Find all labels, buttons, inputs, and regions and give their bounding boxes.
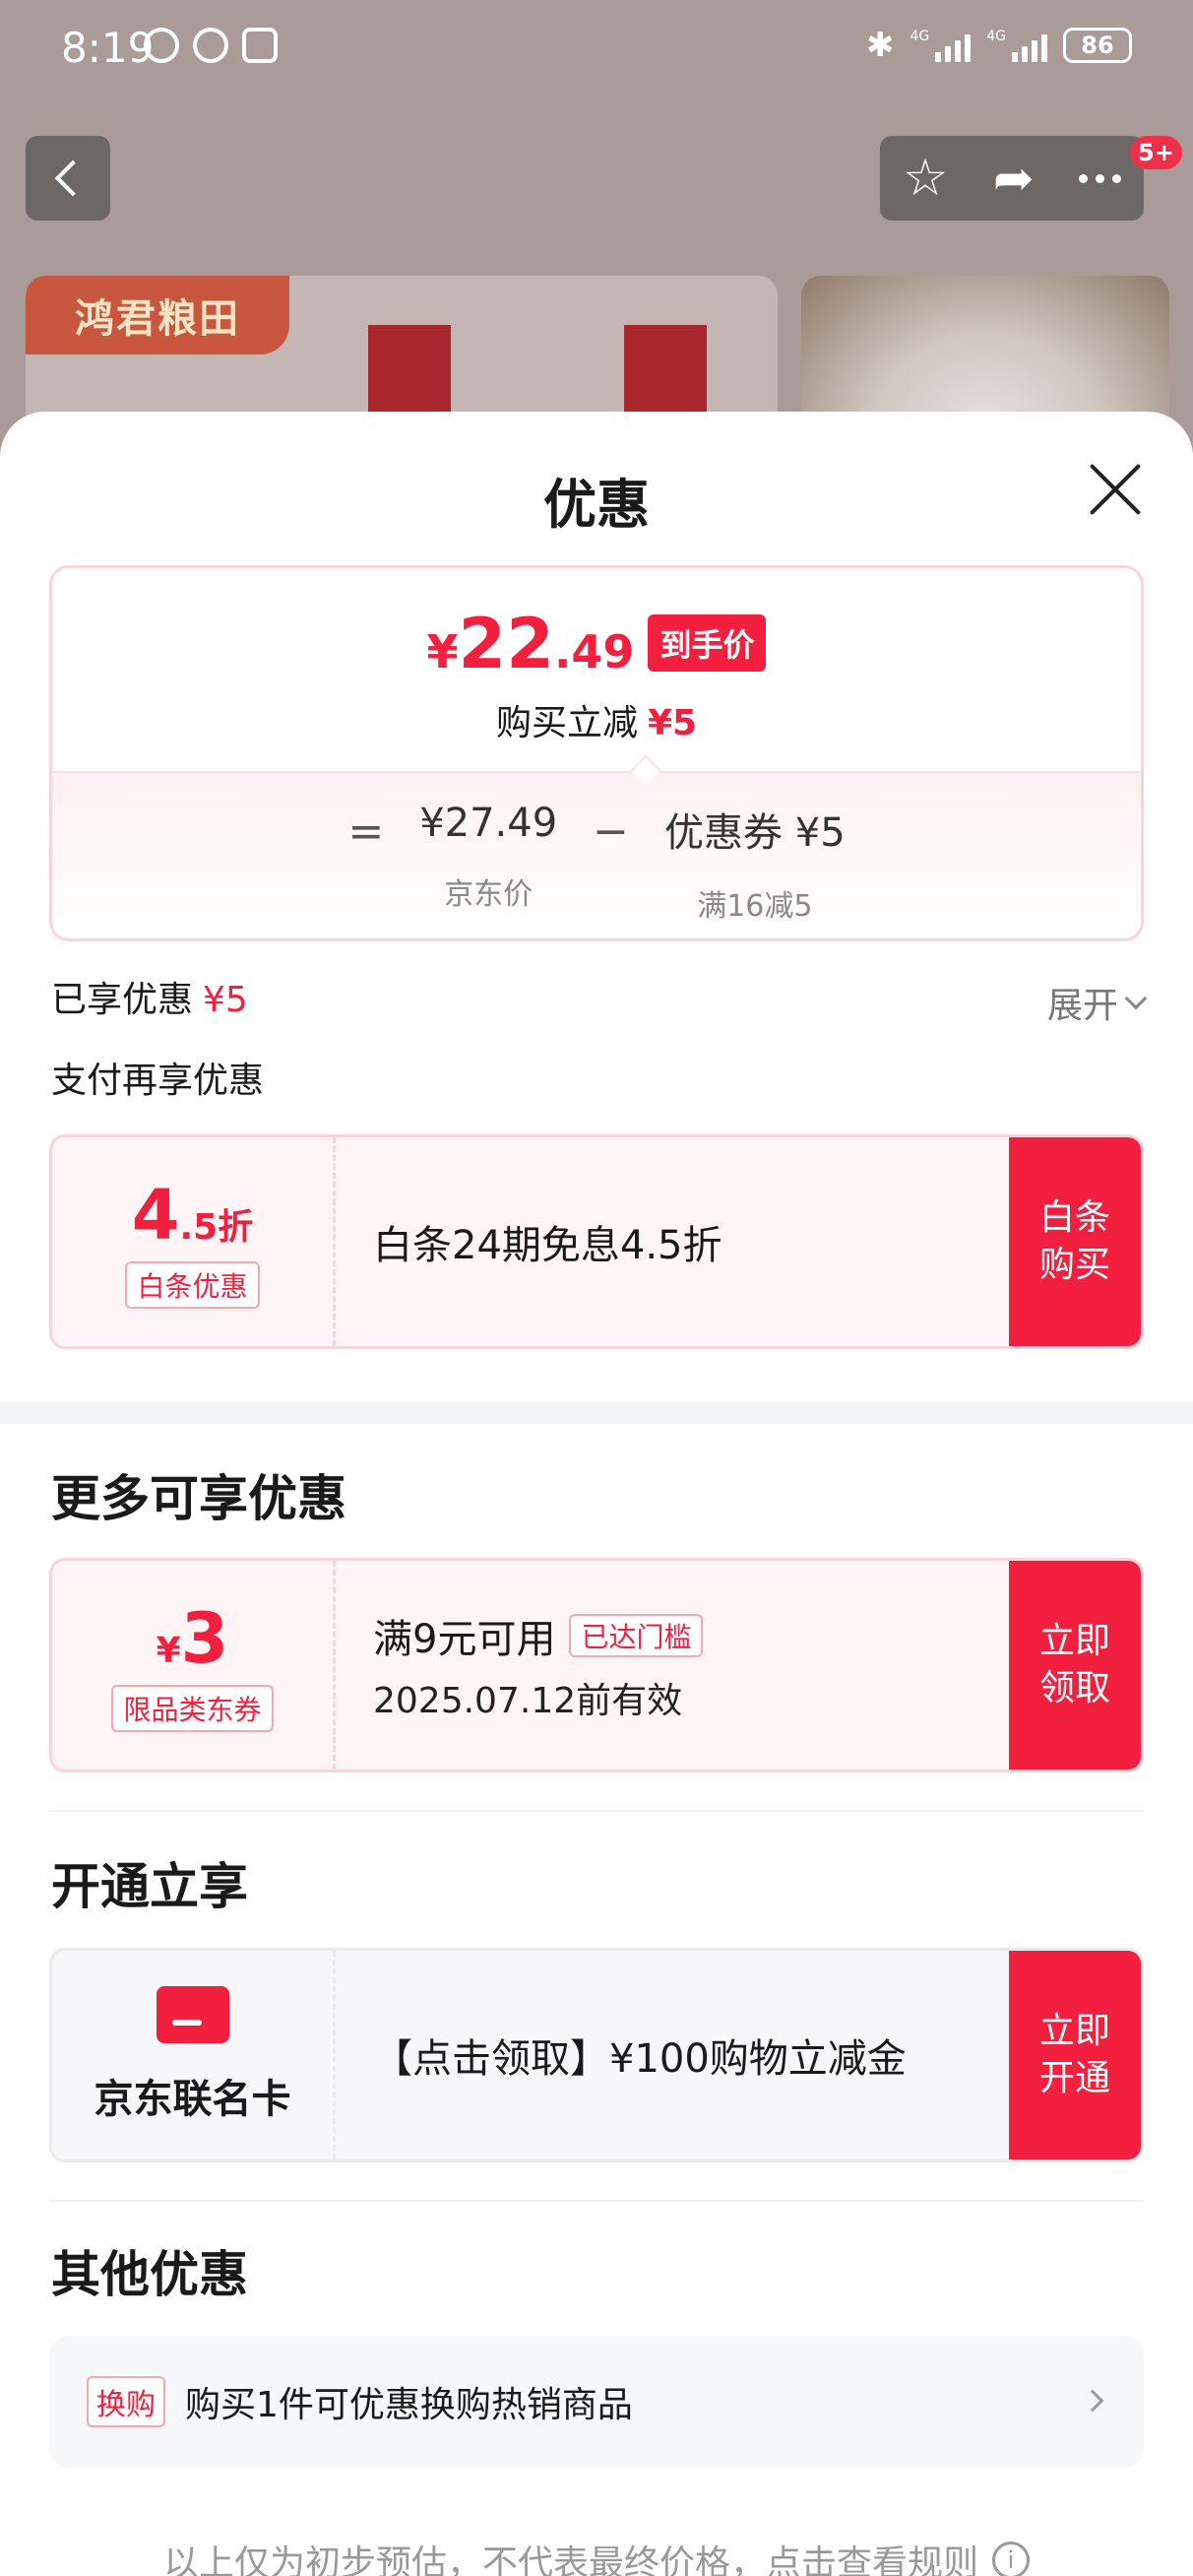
message-badge: 5+ [1130, 136, 1182, 169]
final-price-tag: 到手价 [648, 614, 767, 672]
more-icon[interactable] [1079, 173, 1122, 183]
discount-sheet: 优惠 ¥ 22 .49 到手价 购买立减 ¥5 = ¥27.49 京东价 − 优… [0, 412, 1193, 2576]
instant-reduction: 购买立减 ¥5 [495, 703, 698, 743]
signal-icon: 4G [910, 29, 972, 62]
open-card-title: 开通立享 [51, 1858, 248, 1915]
nfc-icon [242, 28, 278, 63]
speed-icon [144, 28, 179, 63]
pay-more-label: 支付再享优惠 [51, 1061, 265, 1101]
jd-price: ¥27.49 [419, 801, 558, 846]
back-button[interactable] [26, 136, 110, 221]
other-offers-title: 其他优惠 [51, 2246, 248, 2303]
enjoyed-discount: 已享优惠 ¥5 [51, 980, 248, 1020]
open-card-button[interactable]: 立即开通 [1009, 1951, 1141, 2159]
more-offers-title: 更多可享优惠 [51, 1470, 346, 1527]
bluetooth-icon: ✱ [865, 26, 895, 65]
coupon-condition: 满16减5 [697, 889, 813, 924]
price-formula: = ¥27.49 京东价 − 优惠券 ¥5 满16减5 [347, 801, 846, 924]
claim-coupon-button[interactable]: 立即领取 [1009, 1561, 1141, 1770]
jd-price-label: 京东价 [444, 877, 534, 912]
coupon-amount: 优惠券 ¥5 [664, 810, 846, 856]
trade-in-tag: 换购 [87, 2376, 165, 2427]
status-time: 8:19 [61, 24, 155, 72]
signal-icon-2: 4G [986, 29, 1047, 62]
status-bar: 8:19 ✱ 4G 4G 86 [0, 0, 1193, 98]
chevron-left-icon [54, 160, 92, 197]
page: 8:19 ✱ 4G 4G 86 ☆ ➦ 5+ 鸿君粮田 优惠 ¥ 22 .49 … [0, 0, 1193, 2576]
share-icon[interactable]: ➦ [993, 154, 1035, 203]
final-price: ¥ 22 .49 到手价 [52, 604, 1141, 684]
status-left-icons [144, 28, 278, 63]
baitiao-offer: 4 .5折 白条优惠 白条24期免息4.5折 白条购买 [49, 1134, 1144, 1349]
footnote[interactable]: 以上仅为初步预估，不代表最终价格，点击查看规则 i [0, 2535, 1193, 2576]
expand-button[interactable]: 展开 [1047, 977, 1148, 1028]
price-breakdown: ¥ 22 .49 到手价 购买立减 ¥5 = ¥27.49 京东价 − 优惠券 ¥… [49, 565, 1144, 941]
eye-icon [193, 28, 228, 63]
coupon-offer: ¥ 3 限品类东券 满9元可用 已达门槛 2025.07.12前有效 立即领取 [49, 1558, 1144, 1772]
chevron-down-icon [1124, 987, 1148, 1010]
sheet-title: 优惠 [543, 474, 650, 536]
status-right-icons: ✱ 4G 4G 86 [866, 26, 1132, 65]
star-icon[interactable]: ☆ [903, 153, 949, 204]
trade-in-offer-row[interactable]: 换购 购买1件可优惠换购热销商品 [49, 2336, 1144, 2468]
close-icon[interactable] [1087, 461, 1144, 518]
battery-icon: 86 [1063, 28, 1132, 63]
credit-card-icon [156, 1986, 229, 2043]
info-icon: i [992, 2542, 1030, 2576]
baitiao-buy-button[interactable]: 白条购买 [1009, 1137, 1141, 1346]
cobrand-card-offer: 京东联名卡 【点击领取】¥100购物立减金 立即开通 [49, 1948, 1144, 2162]
brand-tag: 鸿君粮田 [26, 276, 289, 354]
chevron-right-icon [1081, 2389, 1104, 2413]
header-tools: ☆ ➦ [880, 136, 1144, 221]
